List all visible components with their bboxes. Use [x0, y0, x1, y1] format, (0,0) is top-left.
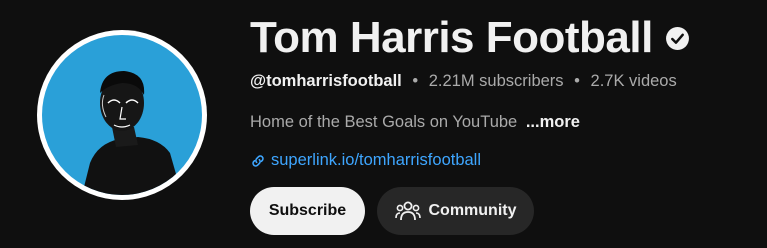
channel-handle: @tomharrisfootball [250, 72, 402, 90]
channel-name: Tom Harris Football [250, 13, 653, 62]
community-people-icon [394, 200, 421, 222]
meta-separator: • [574, 72, 580, 90]
subscribe-button[interactable]: Subscribe [250, 187, 365, 235]
more-link[interactable]: ...more [526, 113, 580, 131]
player-silhouette-icon [82, 71, 194, 195]
channel-title-row: Tom Harris Football [250, 12, 690, 64]
action-buttons: Subscribe Community [250, 187, 534, 235]
channel-avatar[interactable] [37, 30, 207, 200]
link-icon [250, 153, 266, 169]
video-count: 2.7K videos [590, 72, 677, 90]
community-label: Community [428, 202, 517, 219]
verified-check-icon [665, 26, 690, 51]
community-button[interactable]: Community [377, 187, 534, 235]
link-text[interactable]: superlink.io/tomharrisfootball [271, 151, 481, 170]
avatar-image [42, 35, 202, 195]
description-text: Home of the Best Goals on YouTube [250, 113, 518, 131]
channel-meta: @tomharrisfootball • 2.21M subscribers •… [250, 72, 677, 91]
channel-description: Home of the Best Goals on YouTube ...mor… [250, 113, 580, 132]
meta-separator: • [412, 72, 419, 90]
channel-link[interactable]: superlink.io/tomharrisfootball [250, 151, 481, 170]
subscriber-count: 2.21M subscribers [428, 72, 564, 90]
